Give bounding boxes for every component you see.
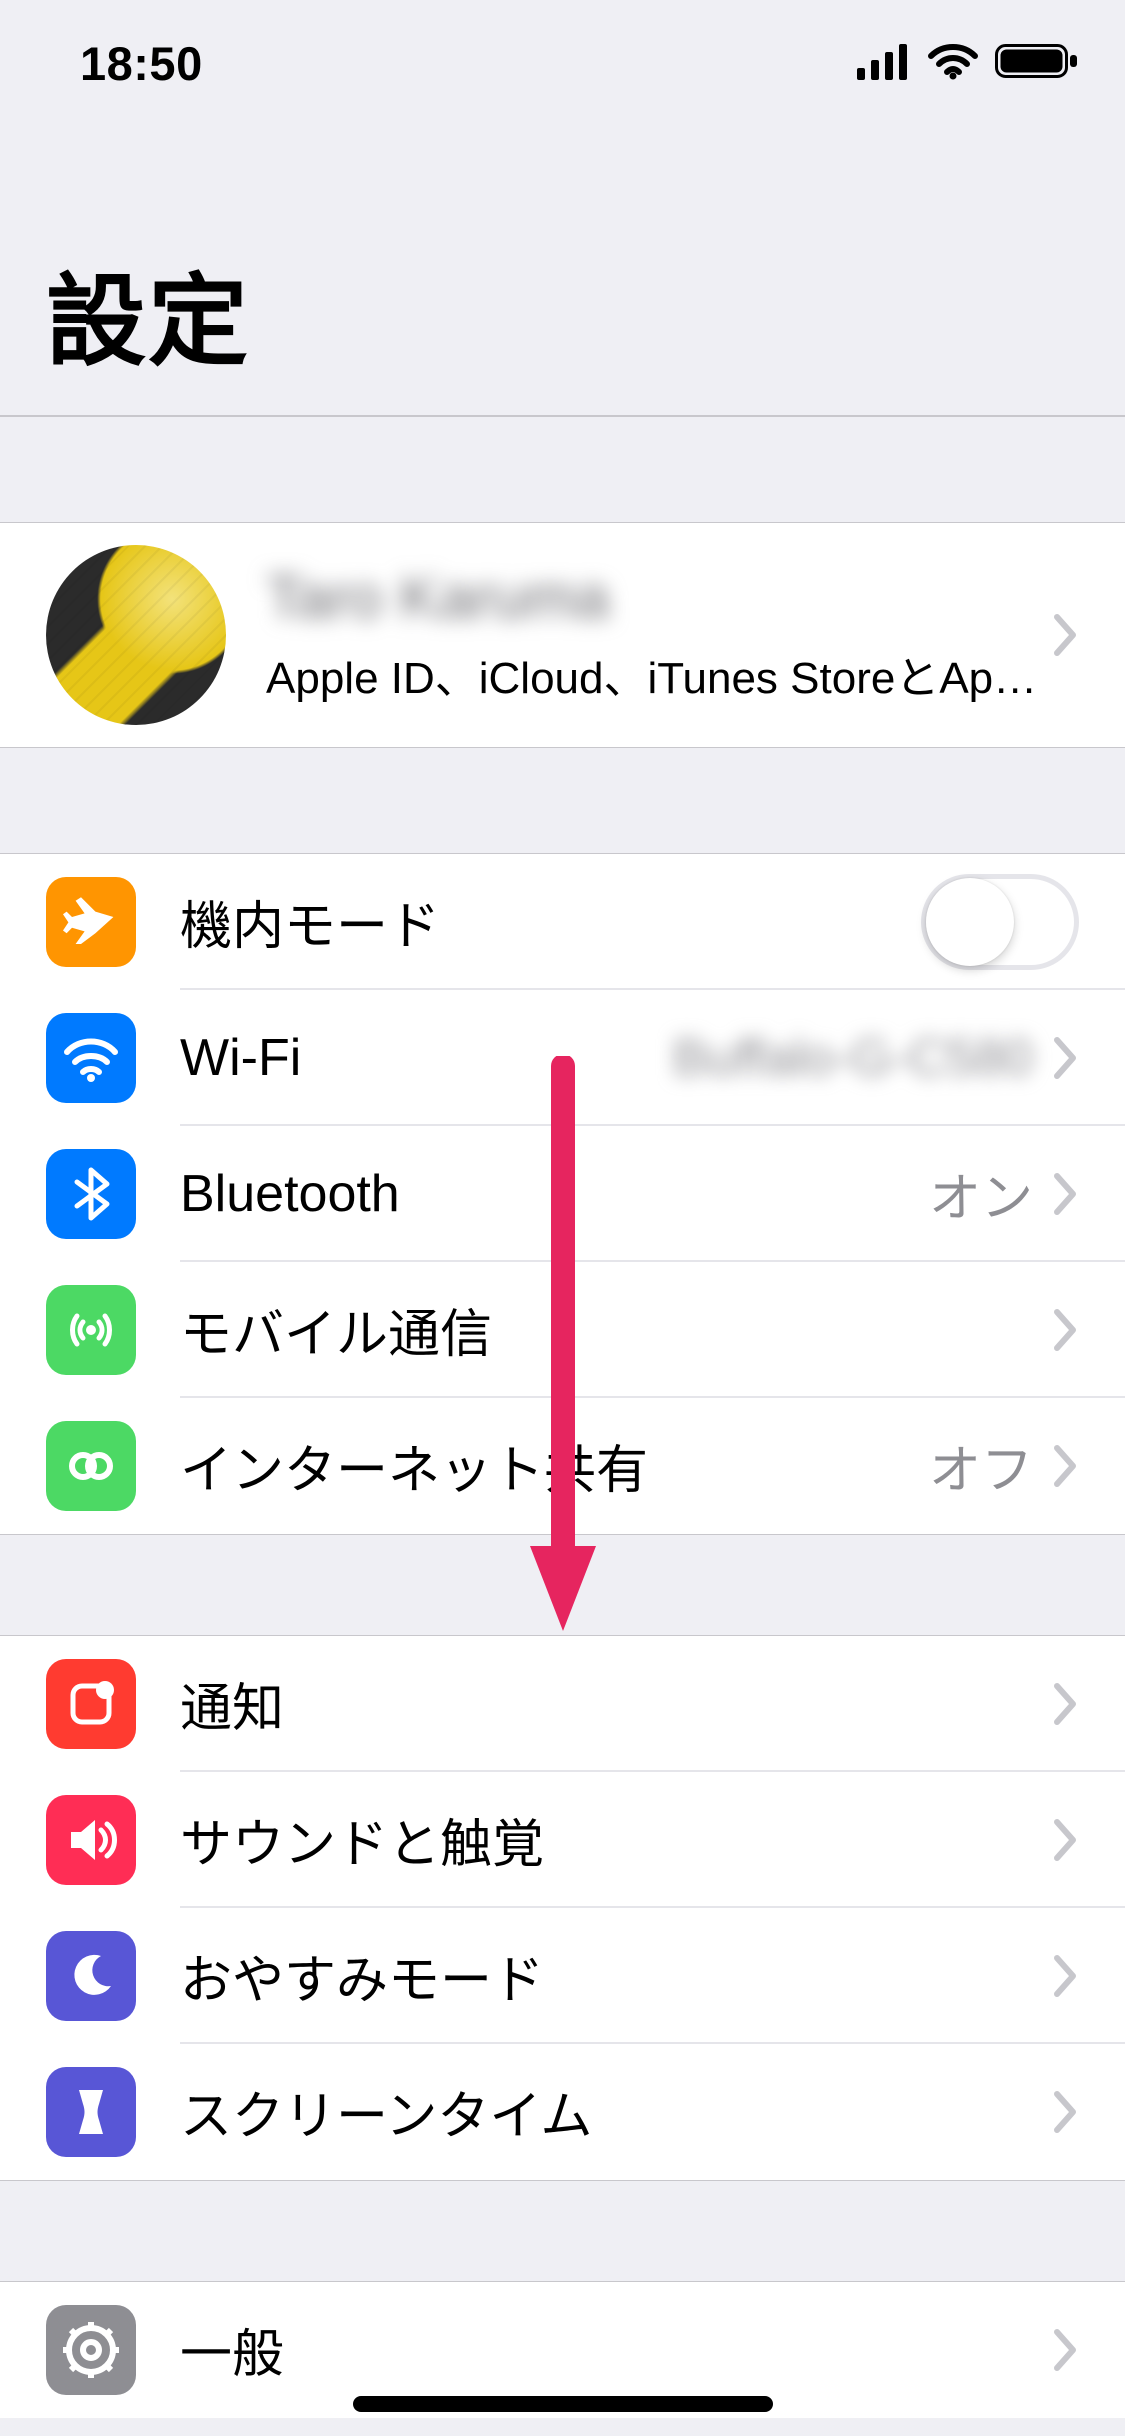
bluetooth-row[interactable]: Bluetooth オン: [0, 1126, 1125, 1262]
profile-name: Taro Karuma: [266, 563, 1053, 632]
chevron-right-icon: [1053, 2090, 1079, 2134]
chevron-right-icon: [1053, 2328, 1079, 2372]
chevron-right-icon: [1053, 1818, 1079, 1862]
bluetooth-value: オン: [929, 1156, 1053, 1231]
screentime-icon: [46, 2067, 136, 2157]
dnd-icon: [46, 1931, 136, 2021]
hotspot-icon: [46, 1421, 136, 1511]
connectivity-group: 機内モード Wi-Fi Buffalo-G-C580 Bluetooth オン …: [0, 853, 1125, 1535]
cellular-icon: [46, 1285, 136, 1375]
sound-icon: [46, 1795, 136, 1885]
cellular-signal-icon: [857, 36, 911, 91]
row-label: Bluetooth: [180, 1164, 400, 1224]
chevron-right-icon: [1053, 1682, 1079, 1726]
profile-subtitle: Apple ID、iCloud、iTunes StoreとApp S...: [266, 642, 1053, 706]
profile-group: Taro Karuma Apple ID、iCloud、iTunes Store…: [0, 522, 1125, 748]
row-label: モバイル通信: [180, 1292, 492, 1367]
avatar: [46, 545, 226, 725]
notification-icon: [46, 1659, 136, 1749]
chevron-right-icon: [1053, 1954, 1079, 1998]
airplane-icon: [46, 877, 136, 967]
row-label: おやすみモード: [180, 1938, 544, 2013]
home-indicator: [353, 2396, 773, 2412]
apple-id-row[interactable]: Taro Karuma Apple ID、iCloud、iTunes Store…: [0, 523, 1125, 747]
wifi-row[interactable]: Wi-Fi Buffalo-G-C580: [0, 990, 1125, 1126]
wifi-status-icon: [927, 36, 979, 91]
airplane-mode-row[interactable]: 機内モード: [0, 854, 1125, 990]
sounds-row[interactable]: サウンドと触覚: [0, 1772, 1125, 1908]
chevron-right-icon: [1053, 1308, 1079, 1352]
cellular-row[interactable]: モバイル通信: [0, 1262, 1125, 1398]
row-label: 一般: [180, 2312, 284, 2387]
bluetooth-icon: [46, 1149, 136, 1239]
airplane-toggle[interactable]: [921, 874, 1079, 970]
chevron-right-icon: [1053, 1444, 1079, 1488]
row-label: 通知: [180, 1666, 284, 1741]
screentime-row[interactable]: スクリーンタイム: [0, 2044, 1125, 2180]
row-label: インターネット共有: [180, 1428, 648, 1503]
chevron-right-icon: [1053, 1172, 1079, 1216]
row-label: スクリーンタイム: [180, 2074, 592, 2149]
dnd-row[interactable]: おやすみモード: [0, 1908, 1125, 2044]
hotspot-row[interactable]: インターネット共有 オフ: [0, 1398, 1125, 1534]
wifi-value: Buffalo-G-C580: [673, 1028, 1053, 1088]
row-label: サウンドと触覚: [180, 1802, 544, 1877]
notifications-row[interactable]: 通知: [0, 1636, 1125, 1772]
page-title: 設定: [0, 140, 1125, 415]
chevron-right-icon: [1053, 1036, 1079, 1080]
row-label: 機内モード: [180, 884, 440, 959]
status-time: 18:50: [0, 36, 203, 91]
hotspot-value: オフ: [929, 1428, 1053, 1503]
row-label: Wi-Fi: [180, 1028, 301, 1088]
status-bar: 18:50: [0, 0, 1125, 140]
chevron-right-icon: [1053, 613, 1079, 657]
battery-icon: [995, 36, 1079, 91]
gear-icon: [46, 2305, 136, 2395]
notifications-group: 通知 サウンドと触覚 おやすみモード スクリーンタイム: [0, 1635, 1125, 2181]
wifi-icon: [46, 1013, 136, 1103]
